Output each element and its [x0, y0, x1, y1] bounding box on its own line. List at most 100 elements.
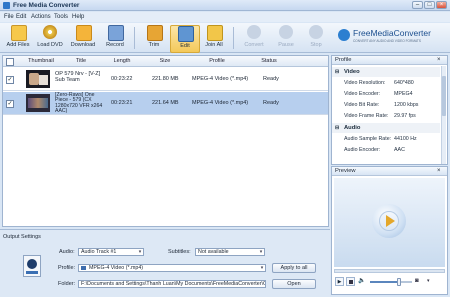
close-button[interactable]: ×	[436, 1, 447, 9]
stop-button[interactable]: Stop	[304, 25, 328, 51]
camera-icon[interactable]: ◙	[415, 277, 425, 286]
subtitles-select[interactable]: Not available ▾	[195, 248, 265, 256]
apply-to-all-button[interactable]: Apply to all	[272, 263, 316, 273]
volume-slider[interactable]	[370, 278, 412, 286]
profile-label: Profile:	[58, 265, 76, 271]
select-all-checkbox[interactable]	[6, 58, 14, 66]
col-title[interactable]: Title	[61, 58, 101, 65]
add-files-label: Add Files	[6, 42, 30, 48]
logo-name: FreeMediaConverter	[353, 28, 431, 38]
edit-label: Edit	[180, 43, 190, 49]
property-row: Video Resolution: 640*480	[344, 80, 414, 86]
toolbar-separator	[134, 27, 135, 49]
scrollbar[interactable]	[441, 66, 446, 164]
close-icon[interactable]: ×	[437, 167, 441, 175]
row-checkbox[interactable]: ✓	[6, 76, 14, 84]
row-status: Ready	[263, 100, 279, 106]
menu-tools[interactable]: Tools	[54, 13, 68, 21]
volume-knob[interactable]	[397, 278, 402, 286]
trim-button[interactable]: Trim	[141, 25, 167, 51]
row-title: [Zero-Raws] One Piece - 579 (CX 1280x720…	[55, 92, 103, 114]
load-dvd-label: Load DVD	[37, 42, 63, 48]
col-status[interactable]: Status	[248, 58, 290, 65]
close-icon[interactable]: ×	[437, 56, 441, 64]
play-icon	[386, 215, 395, 227]
row-size: 221.80 MB	[152, 76, 179, 82]
profile-panel: Profile × ⊟ Video Video Resolution: 640*4…	[331, 55, 448, 165]
video-thumbnail	[26, 70, 50, 88]
output-settings-panel: Output Settings Audio: Audio Track #1 ▾ …	[0, 229, 330, 297]
preview-panel: Preview × ▶ 🔈 ◙ ▾	[331, 166, 448, 295]
row-length: 00:23:21	[111, 100, 133, 106]
minimize-button[interactable]: –	[412, 1, 423, 9]
profile-select[interactable]: MPEG-4 Video (*.mp4) ▾	[78, 264, 266, 272]
trim-label: Trim	[148, 42, 160, 48]
preview-screen	[334, 178, 445, 267]
menu-help[interactable]: Help	[72, 13, 84, 21]
table-row[interactable]: ✓ [Zero-Raws] One Piece - 579 (CX 1280x7…	[3, 92, 328, 115]
window-title: Free Media Converter	[13, 2, 80, 9]
download-button[interactable]: Download	[68, 25, 98, 51]
record-icon	[108, 25, 124, 41]
menu-actions[interactable]: Actions	[31, 13, 51, 21]
brand-logo: FreeMediaConverter CONVERT ANY AUDIO AND…	[338, 27, 448, 49]
row-checkbox[interactable]: ✓	[6, 100, 14, 108]
row-profile: MPEG-4 Video (*.mp4)	[192, 76, 249, 82]
audio-group[interactable]: ⊟ Audio	[332, 123, 440, 133]
scrollbar-thumb[interactable]	[442, 76, 446, 116]
audio-track-select[interactable]: Audio Track #1 ▾	[78, 248, 144, 256]
convert-button[interactable]: Convert	[240, 25, 268, 51]
pause-button[interactable]: Pause	[274, 25, 298, 51]
row-profile: MPEG-4 Video (*.mp4)	[192, 100, 249, 106]
chevron-down-icon: ▾	[259, 249, 263, 255]
property-row: Video Bit Rate: 1200 kbps	[344, 102, 419, 108]
app-icon	[3, 2, 10, 9]
trim-icon	[147, 25, 163, 41]
record-button[interactable]: Record	[102, 25, 128, 51]
convert-icon	[247, 25, 261, 39]
folder-icon[interactable]: ▾	[427, 277, 437, 286]
output-folder-input[interactable]: F:\Documents and Settings\Thanh Luan\My …	[78, 280, 266, 288]
col-thumbnail[interactable]: Thumbnail	[21, 58, 61, 65]
format-icon	[23, 255, 41, 277]
col-profile[interactable]: Profile	[187, 58, 247, 65]
property-row: Audio Sample Rate: 44100 Hz	[344, 136, 417, 142]
preview-title: Preview	[335, 168, 356, 174]
title-bar: Free Media Converter – □ ×	[0, 0, 450, 11]
play-overlay[interactable]	[372, 204, 406, 238]
property-row: Audio Encoder: AAC	[344, 147, 405, 153]
property-row: Video Frame Rate: 29.97 fps	[344, 113, 416, 119]
subtitles-label: Subtitles:	[168, 249, 191, 255]
collapse-icon[interactable]: ⊟	[335, 67, 339, 77]
join-all-button[interactable]: Join All	[201, 25, 227, 51]
edit-icon	[178, 26, 194, 42]
seek-bar[interactable]	[334, 269, 445, 273]
download-label: Download	[70, 42, 96, 48]
collapse-icon[interactable]: ⊟	[335, 123, 339, 133]
load-dvd-button[interactable]: Load DVD	[35, 25, 65, 51]
col-length[interactable]: Length	[103, 58, 141, 65]
play-button[interactable]: ▶	[335, 277, 344, 286]
profile-panel-header: Profile ×	[332, 56, 447, 65]
add-files-button[interactable]: Add Files	[4, 25, 32, 51]
edit-button[interactable]: Edit	[170, 25, 200, 53]
menu-edit[interactable]: Edit	[16, 13, 26, 21]
menu-file[interactable]: File	[4, 13, 14, 21]
file-list-header: Thumbnail Title Length Size Profile Stat…	[3, 56, 328, 67]
table-row[interactable]: ✓ OP 579 Nrv - [V-Z] Sub Team 00:23:22 2…	[3, 68, 328, 91]
video-group[interactable]: ⊟ Video	[332, 67, 440, 77]
logo-icon	[338, 29, 350, 41]
row-title: OP 579 Nrv - [V-Z] Sub Team	[55, 71, 101, 83]
chevron-down-icon: ▾	[260, 265, 264, 271]
maximize-button[interactable]: □	[424, 1, 435, 9]
join-all-label: Join All	[205, 42, 223, 48]
chevron-down-icon: ▾	[138, 249, 142, 255]
volume-level	[370, 281, 400, 283]
pause-icon	[279, 25, 293, 39]
stop-button[interactable]	[346, 277, 355, 286]
folder-label: Folder:	[58, 281, 76, 287]
open-folder-button[interactable]: Open	[272, 279, 316, 289]
stop-label: Stop	[310, 42, 322, 48]
volume-icon[interactable]: 🔈	[358, 277, 368, 286]
col-size[interactable]: Size	[145, 58, 185, 65]
